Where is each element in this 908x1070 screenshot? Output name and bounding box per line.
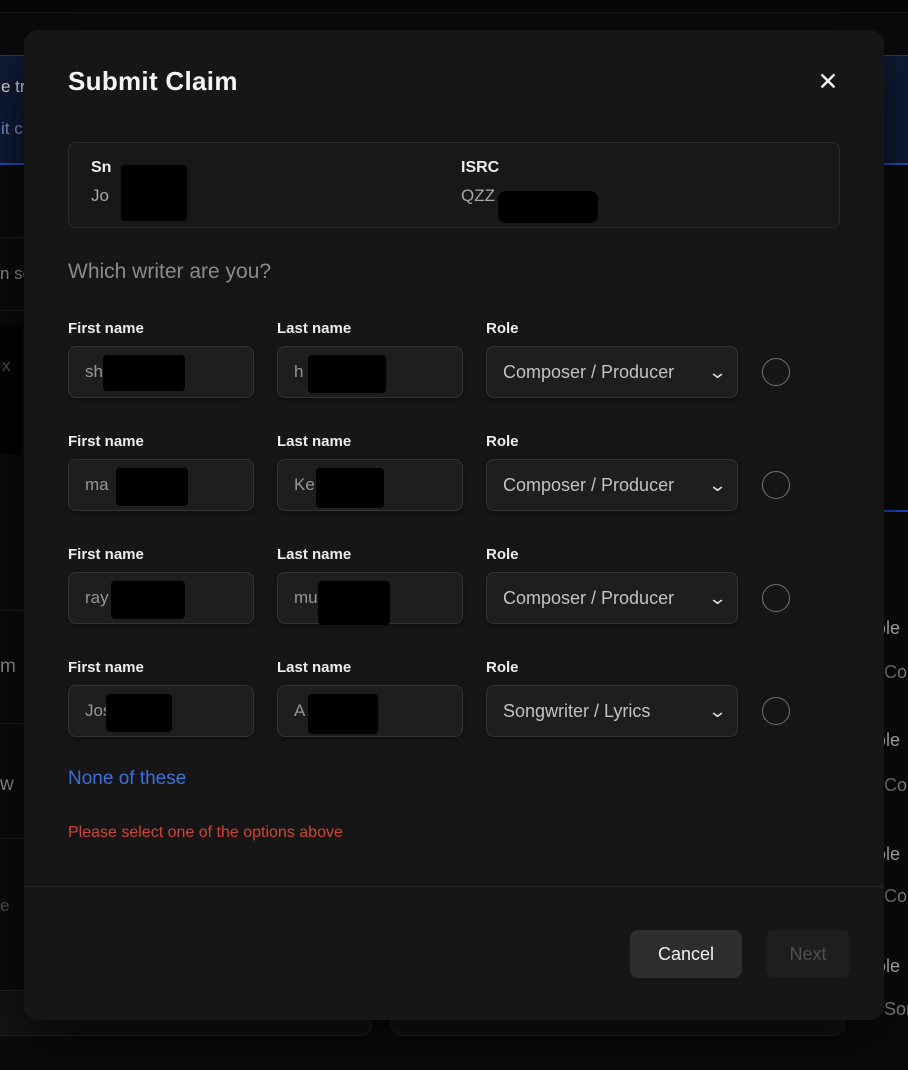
redaction-box [498,191,598,223]
chevron-down-icon: ⌄ [708,588,728,609]
role-label: Role [486,433,519,450]
track-title-label: Sn [91,159,111,177]
redaction-box [116,468,188,506]
backdrop-row-fragment: e [0,896,9,916]
backdrop-divider [0,237,24,238]
role-select[interactable]: Songwriter / Lyrics ⌄ [486,685,738,737]
banner-link-fragment[interactable]: it c [1,119,23,139]
redaction-box [106,694,172,732]
first-name-label: First name [68,320,144,337]
submit-claim-modal: Submit Claim ✕ Sn Jo ISRC QZZ Which writ… [24,30,884,1020]
role-select-value: Composer / Producer [503,588,706,609]
writer-radio[interactable] [762,697,790,725]
first-name-label: First name [68,433,144,450]
isrc-label: ISRC [461,159,499,177]
role-select-value: Songwriter / Lyrics [503,701,706,722]
chevron-down-icon: ⌄ [708,701,728,722]
backdrop-divider [0,610,24,611]
cancel-button[interactable]: Cancel [630,930,742,978]
backdrop-artwork-fragment: x [2,356,11,376]
role-select-value: Composer / Producer [503,475,706,496]
last-name-label: Last name [277,320,351,337]
backdrop-divider [0,310,24,311]
footer-divider [24,886,884,887]
backdrop-role-value-fragment: Com [884,886,908,907]
none-of-these-link[interactable]: None of these [68,768,186,790]
redaction-box [308,355,386,393]
last-name-label: Last name [277,433,351,450]
role-select[interactable]: Composer / Producer ⌄ [486,346,738,398]
close-icon[interactable]: ✕ [806,62,850,102]
writer-radio[interactable] [762,584,790,612]
next-button[interactable]: Next [766,930,850,978]
banner-text-fragment: e tr [1,77,26,97]
backdrop-row-fragment: w [0,774,14,796]
isrc-value: QZZ [461,186,499,206]
first-name-label: First name [68,659,144,676]
redaction-box [308,694,378,734]
track-title-value: Jo [91,186,111,206]
writer-question: Which writer are you? [68,260,271,284]
backdrop-role-value-fragment: Com [884,775,908,796]
backdrop-role-value-fragment: Son [884,999,908,1020]
backdrop-divider [0,723,24,724]
chevron-down-icon: ⌄ [708,475,728,496]
modal-title: Submit Claim [68,66,238,97]
redaction-box [103,355,185,391]
last-name-label: Last name [277,546,351,563]
backdrop-row-fragment: m [0,656,16,678]
role-select[interactable]: Composer / Producer ⌄ [486,572,738,624]
track-info-card: Sn Jo ISRC QZZ [68,142,840,228]
role-label: Role [486,546,519,563]
chevron-down-icon: ⌄ [708,362,728,383]
role-label: Role [486,320,519,337]
backdrop-divider [0,838,24,839]
backdrop-top-bar [0,0,908,13]
first-name-label: First name [68,546,144,563]
last-name-label: Last name [277,659,351,676]
redaction-box [121,165,187,221]
error-message: Please select one of the options above [68,824,343,842]
backdrop-role-value-fragment: Com [884,662,908,683]
role-select[interactable]: Composer / Producer ⌄ [486,459,738,511]
role-select-value: Composer / Producer [503,362,706,383]
backdrop-artwork [0,325,22,455]
role-label: Role [486,659,519,676]
redaction-box [111,581,185,619]
writer-radio[interactable] [762,358,790,386]
redaction-box [316,468,384,508]
writer-radio[interactable] [762,471,790,499]
redaction-box [318,581,390,625]
